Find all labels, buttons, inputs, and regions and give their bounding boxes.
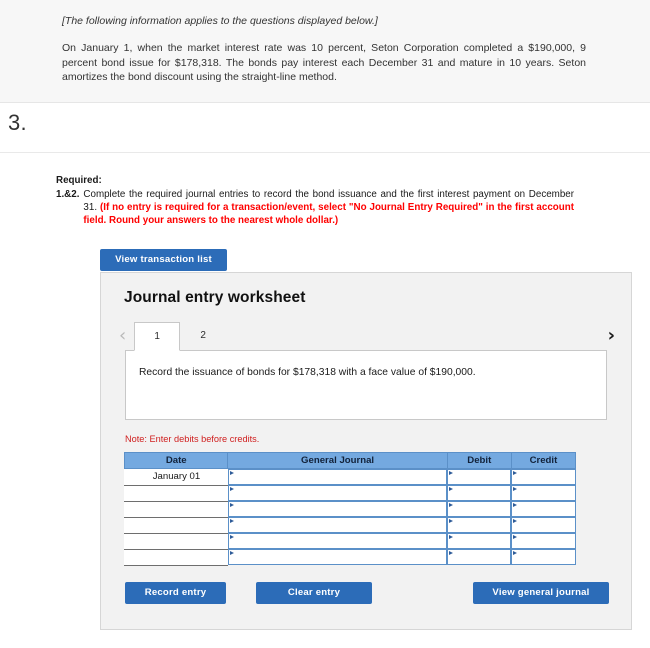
cell-credit: [511, 549, 576, 565]
column-header-date: Date: [123, 452, 229, 469]
cell-credit: [511, 517, 576, 533]
cell-debit-input[interactable]: [447, 501, 512, 517]
cell-credit: [511, 468, 576, 485]
debits-before-credits-note: Note: Enter debits before credits.: [125, 434, 260, 444]
question-number: 3.: [8, 110, 27, 135]
cell-general-journal: [227, 468, 448, 485]
cell-general-journal: [227, 485, 448, 501]
cell-debit: [447, 533, 512, 549]
worksheet-footer: Record entry Clear entry View general jo…: [125, 581, 609, 604]
cell-credit-input[interactable]: [511, 485, 576, 501]
cell-debit: [447, 485, 512, 501]
journal-entry-worksheet-panel: Journal entry worksheet ‹ 1 2 › Record t…: [100, 272, 632, 630]
view-general-journal-button[interactable]: View general journal: [473, 581, 609, 604]
cell-date[interactable]: [123, 501, 228, 518]
required-red-text: (If no entry is required for a transacti…: [83, 202, 574, 226]
cell-general-journal-input[interactable]: [227, 485, 448, 501]
applies-to-note: [The following information applies to th…: [62, 15, 378, 27]
required-instruction-row: 1.&2. Complete the required journal entr…: [56, 188, 574, 227]
cell-general-journal: [227, 501, 448, 517]
cell-debit: [447, 549, 512, 565]
view-transaction-list-wrap: View transaction list: [0, 227, 650, 271]
tab-entry-1[interactable]: 1: [134, 322, 181, 351]
cell-date[interactable]: January 01: [123, 468, 228, 486]
worksheet-title: Journal entry worksheet: [124, 289, 306, 306]
cell-debit-input[interactable]: [447, 469, 512, 485]
cell-credit-input[interactable]: [511, 533, 576, 549]
table-row: [123, 549, 576, 566]
cell-credit: [511, 501, 576, 517]
record-entry-button[interactable]: Record entry: [125, 581, 226, 604]
cell-date[interactable]: [123, 517, 228, 534]
question-number-row: 3.: [0, 103, 650, 153]
cell-credit-input[interactable]: [511, 549, 576, 565]
cell-date[interactable]: [123, 549, 228, 566]
cell-debit-input[interactable]: [447, 517, 512, 533]
shared-info-panel: [The following information applies to th…: [0, 0, 650, 103]
cell-debit-input[interactable]: [447, 549, 512, 565]
tab-entry-2[interactable]: 2: [180, 322, 226, 350]
cell-date[interactable]: [123, 533, 228, 550]
cell-credit-input[interactable]: [511, 501, 576, 517]
cell-general-journal: [227, 517, 448, 533]
column-header-credit: Credit: [510, 452, 577, 469]
column-header-general-journal: General Journal: [227, 452, 448, 469]
cell-general-journal-input[interactable]: [227, 549, 448, 565]
cell-debit: [447, 501, 512, 517]
entry-description-box: Record the issuance of bonds for $178,31…: [125, 350, 607, 420]
cell-general-journal: [227, 533, 448, 549]
required-instruction-text: Complete the required journal entries to…: [83, 188, 574, 227]
cell-general-journal-input[interactable]: [227, 533, 448, 549]
journal-table-body: January 01: [123, 468, 576, 566]
cell-credit-input[interactable]: [511, 469, 576, 485]
cell-credit-input[interactable]: [511, 517, 576, 533]
cell-debit: [447, 468, 512, 485]
table-row: January 01: [123, 468, 576, 486]
table-row: [123, 485, 576, 502]
table-row: [123, 517, 576, 534]
scenario-text: On January 1, when the market interest r…: [62, 42, 586, 83]
clear-entry-button[interactable]: Clear entry: [256, 581, 372, 604]
next-chevron-icon[interactable]: ›: [608, 327, 615, 350]
journal-entry-table: Date General Journal Debit Credit Januar…: [123, 452, 577, 566]
table-row: [123, 533, 576, 550]
cell-date[interactable]: [123, 485, 228, 502]
entry-description-text: Record the issuance of bonds for $178,31…: [139, 367, 476, 378]
worksheet-tab-bar: ‹ 1 2 ›: [101, 320, 631, 351]
view-transaction-list-button[interactable]: View transaction list: [100, 249, 227, 271]
cell-credit: [511, 485, 576, 501]
cell-general-journal-input[interactable]: [227, 469, 448, 485]
cell-debit-input[interactable]: [447, 485, 512, 501]
cell-general-journal-input[interactable]: [227, 501, 448, 517]
required-label: Required:: [56, 175, 102, 186]
required-block: Required: 1.&2. Complete the required jo…: [0, 153, 650, 227]
column-header-debit: Debit: [446, 452, 512, 469]
cell-debit: [447, 517, 512, 533]
table-row: [123, 501, 576, 518]
required-item-number: 1.&2.: [56, 189, 80, 200]
cell-general-journal-input[interactable]: [227, 517, 448, 533]
previous-chevron-icon[interactable]: ‹: [119, 327, 126, 350]
cell-credit: [511, 533, 576, 549]
table-header-row: Date General Journal Debit Credit: [123, 452, 577, 469]
cell-general-journal: [227, 549, 448, 565]
cell-debit-input[interactable]: [447, 533, 512, 549]
